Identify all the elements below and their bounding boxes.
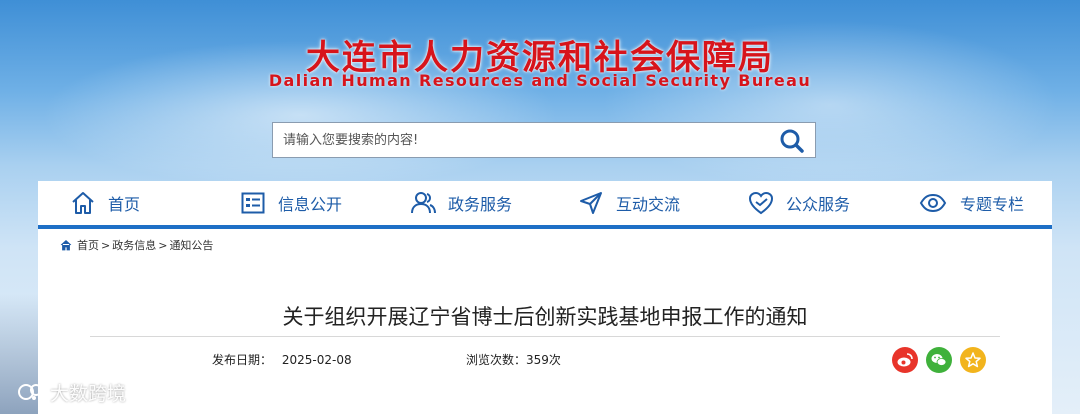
breadcrumb-separator: > <box>101 238 111 252</box>
wechat-icon <box>931 354 947 366</box>
home-icon <box>72 192 94 214</box>
main-nav: 首页 信息公开 政务服务 互动交流 公众服务 专题专栏 <box>38 181 1052 229</box>
send-arrow-icon <box>580 192 602 214</box>
view-count-value: 359次 <box>526 353 561 367</box>
nav-item-info-disclosure[interactable]: 信息公开 <box>240 181 342 225</box>
share-wechat-button[interactable] <box>926 347 952 373</box>
heart-icon <box>748 191 774 215</box>
watermark-logo-icon <box>18 384 42 400</box>
info-list-icon <box>241 192 265 214</box>
nav-item-gov-services[interactable]: 政务服务 <box>410 181 512 225</box>
breadcrumb-home[interactable]: 首页 <box>77 237 99 253</box>
breadcrumb: 首页 > 政务信息 > 通知公告 <box>60 237 213 253</box>
people-icon <box>411 192 436 214</box>
favorite-button[interactable] <box>960 347 986 373</box>
watermark: 大数跨境 <box>14 376 126 408</box>
nav-item-label: 公众服务 <box>786 195 851 214</box>
view-count-label: 浏览次数： <box>466 353 527 367</box>
search-input[interactable] <box>273 123 783 157</box>
publish-date-value: 2025-02-08 <box>281 353 352 367</box>
nav-item-label: 信息公开 <box>278 195 343 214</box>
article-title: 关于组织开展辽宁省博士后创新实践基地申报工作的通知 <box>282 305 808 329</box>
article-panel: 首页 > 政务信息 > 通知公告 关于组织开展辽宁省博士后创新实践基地申报工作的… <box>38 229 1052 414</box>
watermark-text: 大数跨境 <box>50 382 127 405</box>
nav-item-home[interactable]: 首页 <box>70 181 140 225</box>
favorite-star-icon <box>965 352 981 368</box>
publish-date-label: 发布日期： <box>212 353 273 367</box>
nav-item-label: 互动交流 <box>616 195 681 214</box>
site-title-en: Dalian Human Resources and Social Securi… <box>268 71 812 90</box>
weibo-icon <box>897 353 913 367</box>
search-icon[interactable] <box>779 128 805 154</box>
view-count: 浏览次数：359次 <box>466 351 561 368</box>
nav-item-label: 首页 <box>108 195 141 214</box>
title-divider <box>90 336 1000 337</box>
publish-date: 发布日期： 2025-02-08 <box>212 351 352 368</box>
search-bar <box>272 122 816 158</box>
breadcrumb-separator: > <box>158 238 168 252</box>
nav-item-special-topics[interactable]: 专题专栏 <box>918 181 1024 225</box>
nav-item-label: 专题专栏 <box>960 195 1025 214</box>
breadcrumb-notices[interactable]: 通知公告 <box>169 237 213 253</box>
nav-item-interaction[interactable]: 互动交流 <box>578 181 680 225</box>
nav-item-public-services[interactable]: 公众服务 <box>748 181 850 225</box>
home-icon <box>60 239 72 251</box>
breadcrumb-gov-info[interactable]: 政务信息 <box>112 237 156 253</box>
eye-icon <box>919 193 947 213</box>
share-weibo-button[interactable] <box>892 347 918 373</box>
nav-item-label: 政务服务 <box>448 195 513 214</box>
